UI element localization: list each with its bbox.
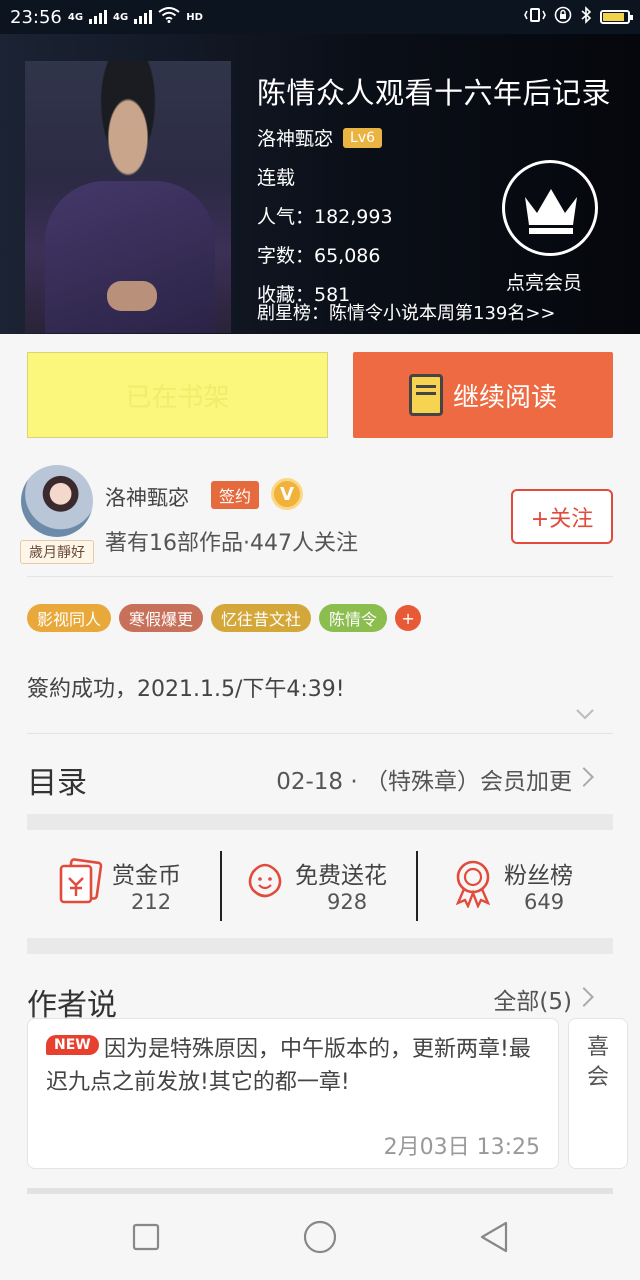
reward-coins-label: 赏金币 [112, 863, 181, 889]
vip-button[interactable] [502, 160, 598, 256]
bluetooth-icon [580, 5, 592, 29]
system-nav-bar [0, 1194, 640, 1280]
tag-chip[interactable]: 影视同人 [27, 604, 112, 632]
author-note-card-next[interactable]: 喜会 [568, 1018, 628, 1169]
author-note-text: 因为是特殊原因，中午版本的，更新两章!最迟九点之前发放!其它的都一章! [46, 1037, 531, 1095]
vibrate-icon [524, 7, 546, 28]
more-tags-button[interactable]: + [395, 605, 422, 631]
reward-coins-stat[interactable]: 赏金币 212 [52, 852, 212, 918]
wifi-icon [158, 6, 180, 28]
vip-label[interactable]: 点亮会员 [506, 268, 582, 295]
book-header: 陈情众人观看十六年后记录 洛神甄宓 Lv6 连载 人气：182,993 字数：6… [0, 34, 640, 334]
back-button[interactable] [472, 1214, 518, 1260]
flower-icon [243, 860, 287, 908]
fan-ranking-value: 649 [524, 890, 565, 914]
section-separator [27, 938, 613, 954]
circle-icon [303, 1220, 337, 1254]
divider [27, 733, 613, 734]
expand-chevron-icon[interactable] [575, 706, 595, 726]
free-flowers-stat[interactable]: 免费送花 928 [243, 852, 413, 918]
recent-apps-button[interactable] [122, 1214, 168, 1260]
lock-rotation-icon [554, 6, 572, 29]
book-cover[interactable] [25, 61, 231, 333]
continue-reading-label: 继续阅读 [452, 382, 557, 413]
book-author-row: 洛神甄宓 Lv6 [257, 124, 611, 151]
free-flowers-label: 免费送花 [295, 863, 387, 889]
author-level-badge: Lv6 [343, 127, 383, 148]
signed-badge: 签约 [211, 481, 260, 509]
in-shelf-button[interactable]: 已在书架 [27, 352, 328, 438]
catalog-title[interactable]: 目录 [27, 758, 87, 802]
fan-ranking-stat[interactable]: 粉丝榜 649 [450, 852, 600, 918]
book-author[interactable]: 洛神甄宓 [257, 124, 333, 151]
divider [220, 851, 222, 921]
network-type-1: 4G [67, 11, 84, 23]
divider [416, 851, 418, 921]
divider [27, 576, 613, 577]
crown-icon [525, 189, 577, 234]
rank-link[interactable]: 剧星榜：陈情令小说本周第139名>> [257, 299, 556, 325]
back-triangle-icon [480, 1221, 508, 1253]
author-note-card[interactable]: NEW 因为是特殊原因，中午版本的，更新两章!最迟九点之前发放!其它的都一章! … [27, 1018, 559, 1169]
tag-chip[interactable]: 陈情令 [319, 604, 388, 632]
author-name[interactable]: 洛神甄宓 [105, 482, 189, 512]
free-flowers-value: 928 [327, 890, 368, 914]
book-description: 簽約成功，2021.1.5/下午4:39! [27, 677, 345, 702]
signal-icon [89, 10, 108, 24]
tag-chip[interactable]: 忆往昔文社 [211, 604, 312, 632]
verified-icon: V [271, 478, 303, 510]
red-envelope-icon [55, 858, 105, 908]
home-button[interactable] [297, 1214, 343, 1260]
network-type-2: 4G [113, 11, 129, 23]
book-icon [408, 374, 443, 416]
signal-icon-2 [134, 10, 153, 24]
fan-ranking-label: 粉丝榜 [504, 863, 573, 889]
author-says-all-link[interactable]: 全部(5) [493, 982, 572, 1016]
author-note-preview: 喜会 [587, 1035, 610, 1090]
avatar-frame-tag: 歲月靜好 [20, 540, 94, 564]
status-time: 23:56 [10, 6, 62, 28]
chevron-right-icon [574, 767, 594, 787]
status-bar: 23:56 4G 4G HD [0, 0, 640, 34]
author-meta: 著有16部作品·447人关注 [105, 531, 358, 556]
latest-chapter-link[interactable]: 02-18 · （特殊章）会员加更 [276, 762, 572, 796]
medal-icon [450, 858, 496, 912]
book-title: 陈情众人观看十六年后记录 [257, 76, 612, 110]
reward-coins-value: 212 [131, 890, 172, 914]
battery-icon [600, 10, 633, 24]
hd-icon: HD [186, 11, 203, 23]
follow-button[interactable]: +关注 [511, 489, 613, 544]
author-avatar[interactable] [21, 465, 93, 537]
section-separator [27, 814, 613, 830]
chevron-right-icon [574, 987, 594, 1007]
author-note-time: 2月03日 13:25 [383, 1135, 540, 1160]
tag-chip[interactable]: 寒假爆更 [119, 604, 204, 632]
square-icon [132, 1223, 160, 1251]
tag-list: 影视同人 寒假爆更 忆往昔文社 陈情令 + [27, 604, 422, 632]
continue-reading-button[interactable]: 继续阅读 [353, 352, 613, 438]
